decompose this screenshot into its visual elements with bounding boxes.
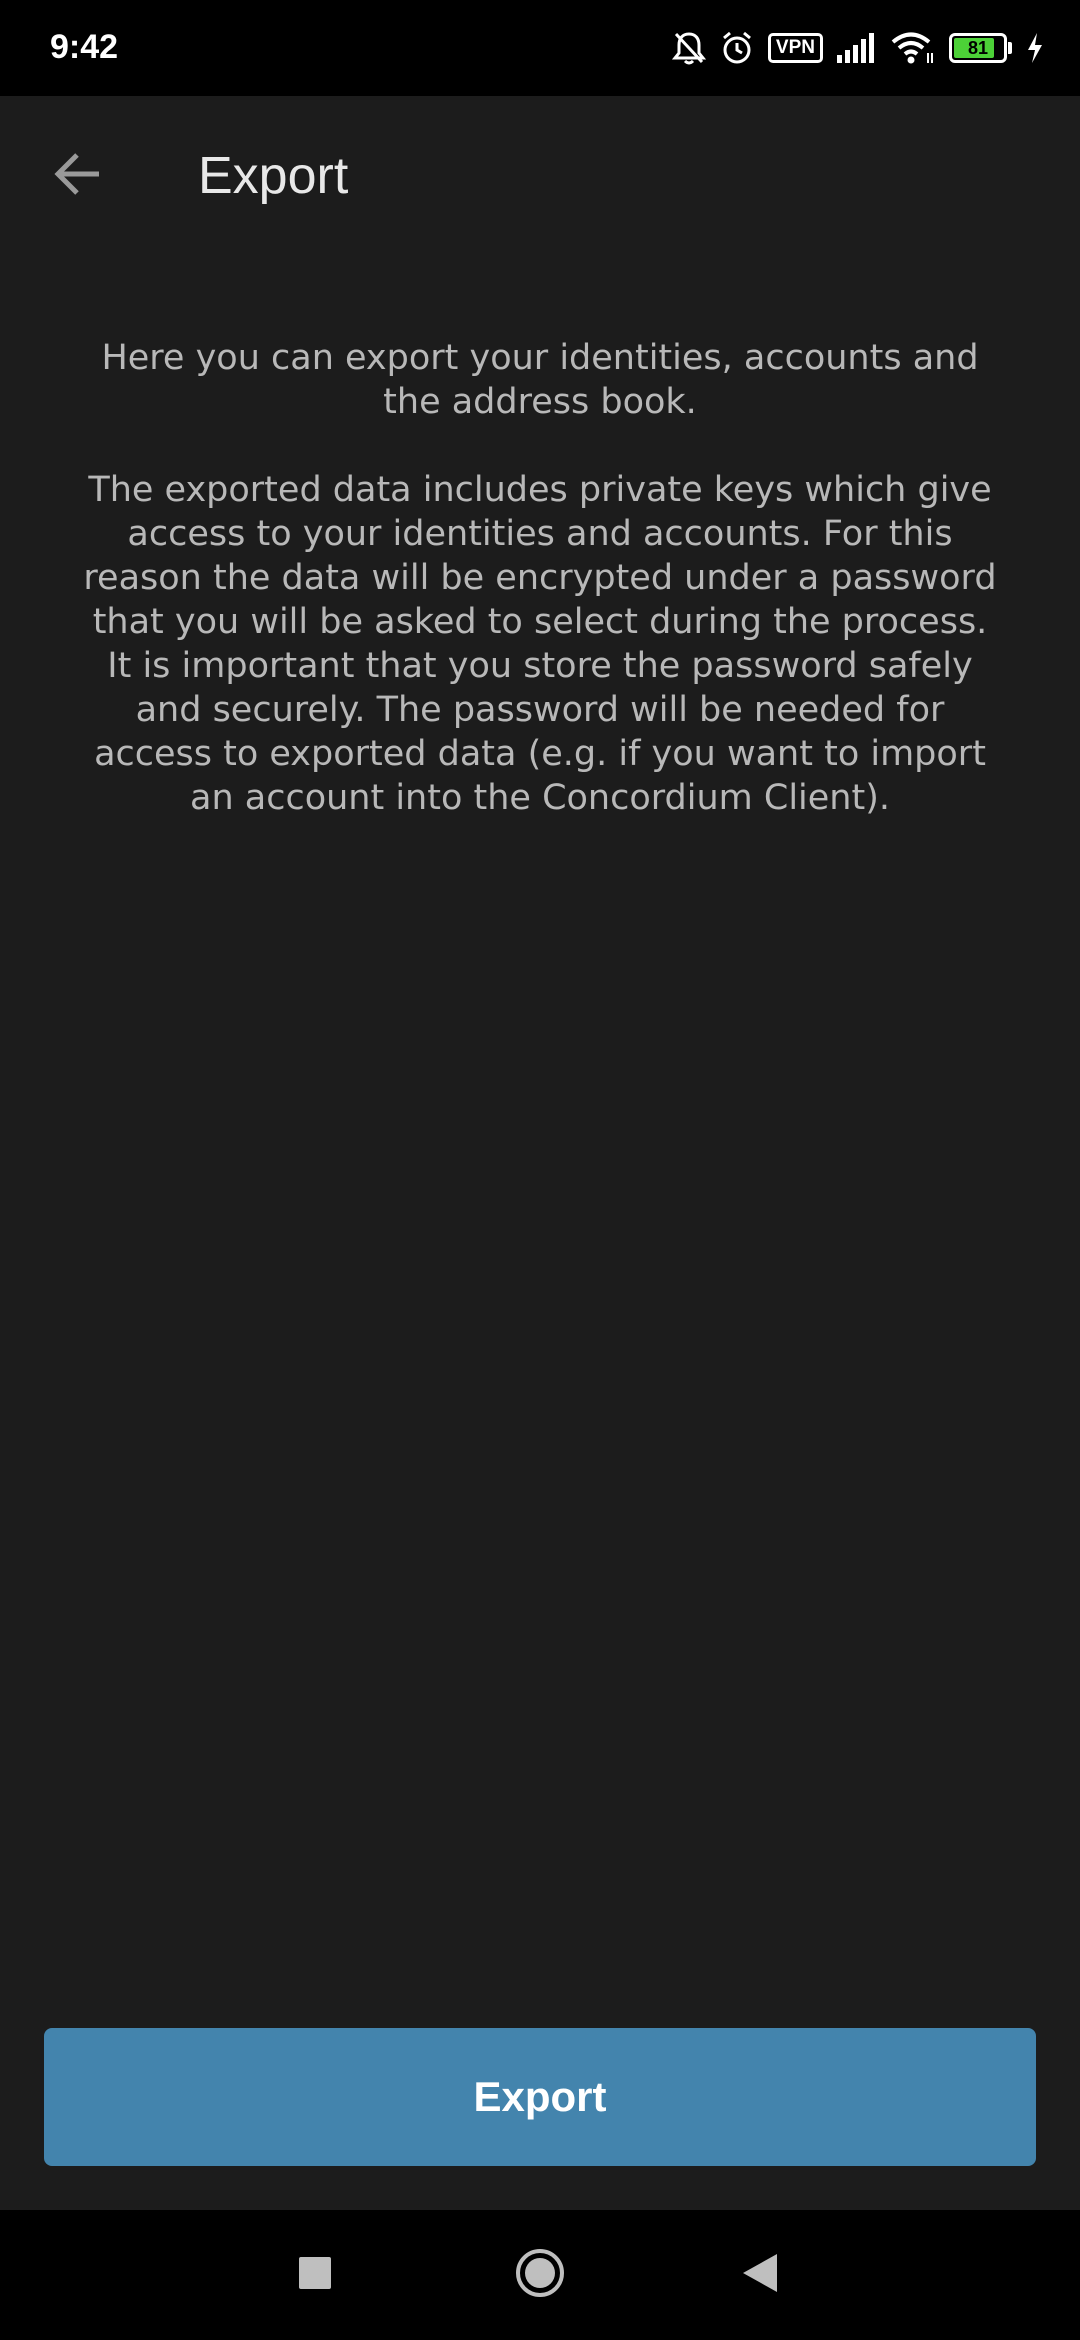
details-text: The exported data includes private keys … — [83, 470, 997, 818]
charging-icon — [1026, 33, 1044, 63]
home-circle-icon — [514, 2247, 566, 2304]
arrow-left-icon — [53, 152, 103, 201]
signal-icon — [837, 33, 877, 63]
app-screen: Export Here you can export your identiti… — [0, 96, 1080, 2210]
battery-icon: 81 — [949, 33, 1012, 63]
back-triangle-icon — [743, 2253, 777, 2297]
page-title: Export — [198, 147, 349, 205]
recents-square-icon — [299, 2256, 331, 2294]
bell-off-icon — [671, 30, 706, 66]
battery-cap — [1008, 42, 1012, 54]
intro-text: Here you can export your identities, acc… — [101, 338, 979, 422]
home-button[interactable] — [480, 2210, 600, 2340]
recents-button[interactable] — [255, 2210, 375, 2340]
alarm-icon — [720, 30, 754, 66]
status-icons: VPN 81 — [671, 24, 1044, 72]
export-description: Here you can export your identities, acc… — [80, 336, 1000, 864]
system-nav-bar — [0, 2210, 1080, 2340]
vpn-icon: VPN — [767, 33, 823, 63]
back-button[interactable] — [40, 138, 116, 214]
battery-body: 81 — [949, 33, 1007, 63]
battery-level: 81 — [967, 37, 989, 58]
back-nav-button[interactable] — [700, 2210, 820, 2340]
status-bar: 9:42 VPN 81 — [0, 0, 1080, 96]
wifi-icon — [891, 31, 935, 65]
toolbar: Export — [0, 96, 1080, 256]
export-button[interactable]: Export — [44, 2028, 1036, 2166]
status-time: 9:42 — [50, 28, 119, 66]
